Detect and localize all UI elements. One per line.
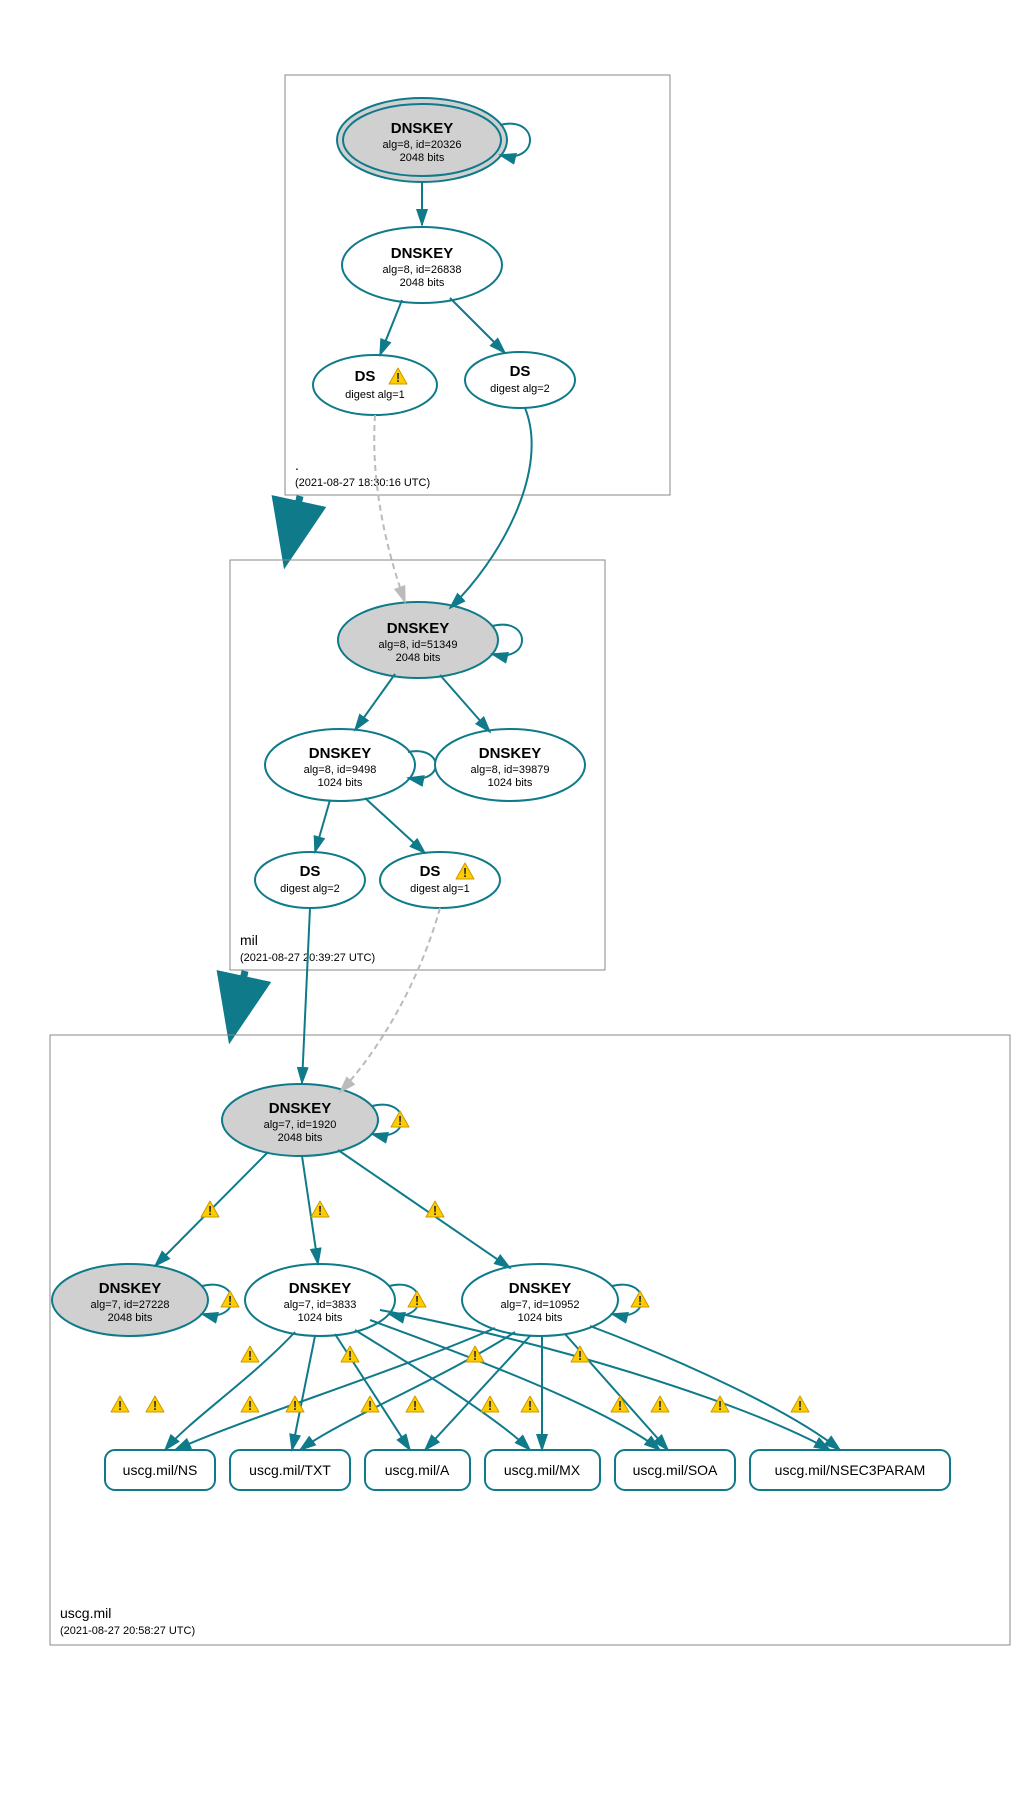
warning-icon: [426, 1201, 444, 1218]
svg-text:uscg.mil/A: uscg.mil/A: [385, 1462, 450, 1478]
svg-text:DNSKEY: DNSKEY: [387, 620, 450, 637]
svg-text:digest alg=2: digest alg=2: [280, 883, 340, 895]
svg-text:uscg.mil/NS: uscg.mil/NS: [123, 1462, 198, 1478]
svg-text:DNSKEY: DNSKEY: [391, 245, 454, 262]
svg-text:alg=8, id=20326: alg=8, id=20326: [383, 139, 462, 151]
warning-icon: [571, 1346, 589, 1363]
node-root-ds1: [313, 355, 437, 415]
record-nsec: uscg.mil/NSEC3PARAM: [750, 1450, 950, 1490]
warning-icon: [406, 1396, 424, 1413]
svg-text:alg=8, id=39879: alg=8, id=39879: [471, 764, 550, 776]
svg-text:alg=7, id=27228: alg=7, id=27228: [91, 1299, 170, 1311]
zone-root-ts: (2021-08-27 18:30:16 UTC): [295, 477, 430, 489]
node-root-ds2: [465, 352, 575, 408]
zone-arrow: [290, 496, 300, 542]
svg-text:DNSKEY: DNSKEY: [309, 745, 372, 762]
warning-icon: [651, 1396, 669, 1413]
warning-icon: [221, 1291, 239, 1308]
svg-text:1024 bits: 1024 bits: [298, 1312, 343, 1324]
svg-text:DS: DS: [510, 363, 531, 380]
svg-text:uscg.mil/TXT: uscg.mil/TXT: [249, 1462, 331, 1478]
svg-text:DNSKEY: DNSKEY: [269, 1100, 332, 1117]
warning-icon: [408, 1291, 426, 1308]
svg-text:DNSKEY: DNSKEY: [509, 1280, 572, 1297]
svg-text:2048 bits: 2048 bits: [278, 1132, 323, 1144]
svg-text:DNSKEY: DNSKEY: [391, 120, 454, 137]
warning-icon: [791, 1396, 809, 1413]
zone-mil-name: mil: [240, 932, 258, 948]
svg-text:DNSKEY: DNSKEY: [479, 745, 542, 762]
svg-text:alg=8, id=9498: alg=8, id=9498: [304, 764, 377, 776]
zone-arrow: [235, 971, 245, 1017]
dnssec-diagram: ! . (2021-08-27 18:30:16 UTC) DNSKEY alg…: [20, 20, 1021, 1782]
warning-icon: [311, 1201, 329, 1218]
svg-text:DS: DS: [300, 863, 321, 880]
svg-text:digest alg=1: digest alg=1: [345, 389, 405, 401]
svg-text:1024 bits: 1024 bits: [318, 777, 363, 789]
svg-text:1024 bits: 1024 bits: [518, 1312, 563, 1324]
warning-icon: [241, 1396, 259, 1413]
svg-text:2048 bits: 2048 bits: [396, 652, 441, 664]
warning-icon: [146, 1396, 164, 1413]
svg-text:DNSKEY: DNSKEY: [289, 1280, 352, 1297]
warning-icon: [466, 1346, 484, 1363]
svg-text:uscg.mil/MX: uscg.mil/MX: [504, 1462, 581, 1478]
svg-text:digest alg=2: digest alg=2: [490, 383, 550, 395]
warning-icon: [521, 1396, 539, 1413]
svg-text:DNSKEY: DNSKEY: [99, 1280, 162, 1297]
record-soa: uscg.mil/SOA: [615, 1450, 735, 1490]
svg-text:digest alg=1: digest alg=1: [410, 883, 470, 895]
warning-icon: [631, 1291, 649, 1308]
svg-text:alg=8, id=26838: alg=8, id=26838: [383, 264, 462, 276]
zone-uscg: [50, 1035, 1010, 1645]
zone-uscg-name: uscg.mil: [60, 1605, 111, 1621]
svg-text:2048 bits: 2048 bits: [400, 277, 445, 289]
node-mil-ds1: [255, 852, 365, 908]
svg-text:alg=8, id=51349: alg=8, id=51349: [379, 639, 458, 651]
svg-text:DS: DS: [355, 368, 376, 385]
record-txt: uscg.mil/TXT: [230, 1450, 350, 1490]
svg-text:alg=7, id=3833: alg=7, id=3833: [284, 1299, 357, 1311]
svg-text:uscg.mil/SOA: uscg.mil/SOA: [633, 1462, 718, 1478]
record-a: uscg.mil/A: [365, 1450, 470, 1490]
svg-text:alg=7, id=1920: alg=7, id=1920: [264, 1119, 337, 1131]
svg-text:alg=7, id=10952: alg=7, id=10952: [501, 1299, 580, 1311]
record-ns: uscg.mil/NS: [105, 1450, 215, 1490]
svg-text:2048 bits: 2048 bits: [108, 1312, 153, 1324]
record-mx: uscg.mil/MX: [485, 1450, 600, 1490]
warning-icon: [111, 1396, 129, 1413]
svg-text:2048 bits: 2048 bits: [400, 152, 445, 164]
warning-icon: [241, 1346, 259, 1363]
zone-uscg-ts: (2021-08-27 20:58:27 UTC): [60, 1625, 195, 1637]
svg-text:uscg.mil/NSEC3PARAM: uscg.mil/NSEC3PARAM: [775, 1462, 926, 1478]
svg-text:DS: DS: [420, 863, 441, 880]
svg-text:1024 bits: 1024 bits: [488, 777, 533, 789]
warning-icon: [481, 1396, 499, 1413]
node-mil-ds2: [380, 852, 500, 908]
zone-root-name: .: [295, 457, 299, 473]
warning-icon: [391, 1111, 409, 1128]
